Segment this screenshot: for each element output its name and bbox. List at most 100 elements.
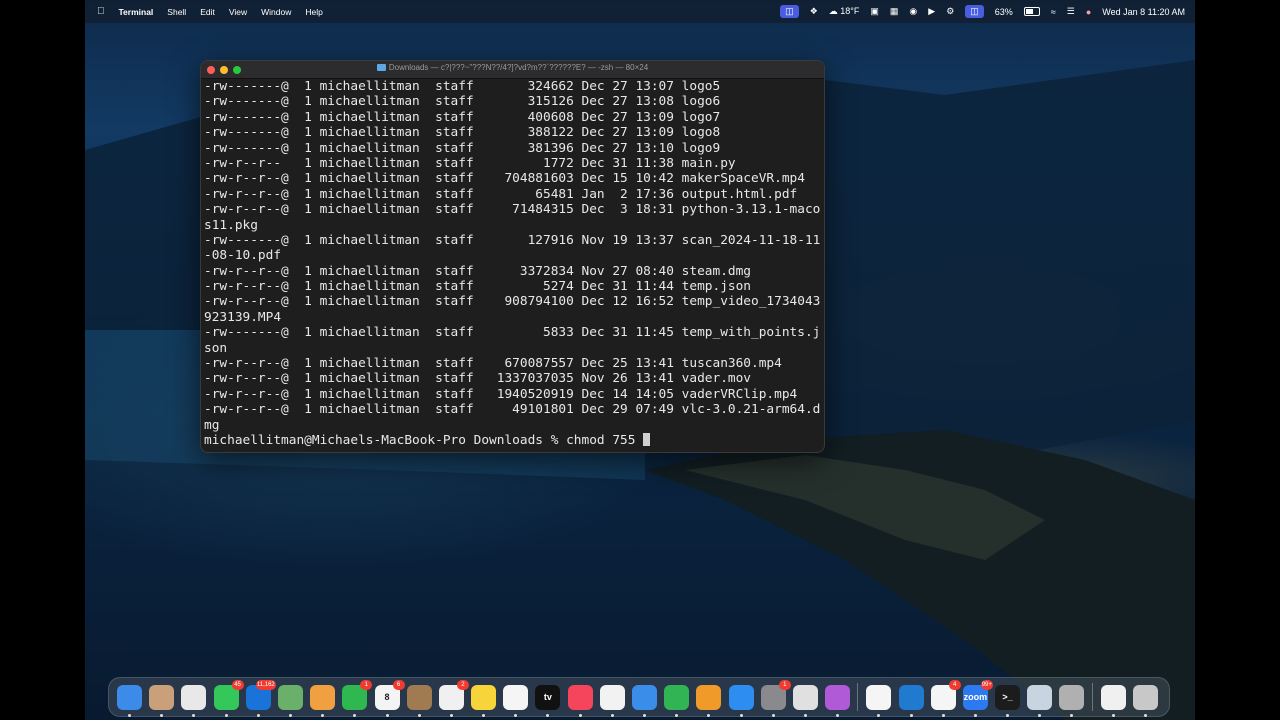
app-icon[interactable]: ◉: [909, 6, 917, 17]
running-indicator: [321, 713, 325, 717]
terminal-output[interactable]: -rw-------@ 1 michaellitman staff 324662…: [201, 79, 824, 448]
terminal-line: s11.pkg: [204, 217, 258, 233]
keynote-icon[interactable]: [632, 684, 657, 717]
notification-badge: 45: [231, 679, 244, 690]
menu-shell[interactable]: Shell: [167, 7, 186, 17]
app-store-icon[interactable]: [728, 684, 754, 717]
settings-icon[interactable]: ⚙: [946, 6, 954, 17]
window-title: Downloads — c?|???~"???N??/4?]?vd?m??`??…: [201, 63, 824, 72]
dock-app-label: zoom: [963, 692, 988, 702]
vscode-icon[interactable]: [898, 684, 924, 717]
menu-edit[interactable]: Edit: [200, 7, 215, 17]
running-indicator: [385, 713, 389, 717]
menu-window[interactable]: Window: [261, 7, 291, 17]
control-center-icon[interactable]: ☰: [1067, 6, 1075, 17]
chrome-icon[interactable]: [181, 684, 207, 717]
maps-icon[interactable]: [277, 684, 303, 717]
running-indicator: [1038, 713, 1042, 717]
pages-icon[interactable]: [696, 684, 722, 717]
running-indicator: [128, 713, 131, 717]
iphone-mirroring-icon[interactable]: [792, 684, 818, 717]
launchpad-icon[interactable]: [149, 684, 175, 717]
running-indicator: [973, 713, 977, 717]
notification-badge: 2: [456, 679, 469, 690]
trash-icon[interactable]: [1132, 684, 1158, 717]
numbers-icon[interactable]: [664, 684, 690, 717]
terminal-line: 923139.MP4: [204, 309, 282, 325]
system-settings-icon[interactable]: 1: [760, 679, 791, 717]
notification-badge: 4: [948, 679, 961, 690]
running-indicator: [941, 713, 945, 717]
running-indicator: [160, 713, 164, 717]
app-icon[interactable]: ▣: [870, 6, 879, 17]
photos-icon[interactable]: [310, 684, 336, 717]
running-indicator: [449, 713, 453, 717]
terminal-line: -rw-r--r--@ 1 michaellitman staff 908794…: [204, 294, 821, 310]
menu-view[interactable]: View: [229, 7, 247, 17]
document-icon[interactable]: [1100, 684, 1126, 717]
slack-icon[interactable]: 4: [930, 679, 961, 717]
clock-datetime[interactable]: Wed Jan 8 11:20 AM: [1102, 7, 1185, 17]
calendar-icon[interactable]: 86: [374, 679, 405, 717]
battery-percent: 63%: [994, 6, 1013, 17]
wifi-icon[interactable]: ≈: [1051, 7, 1056, 17]
terminal-icon[interactable]: >_: [995, 684, 1021, 717]
app-menu-terminal[interactable]: Terminal: [119, 7, 154, 17]
terminal-line: son: [204, 340, 228, 356]
chatgpt-icon[interactable]: [866, 684, 892, 717]
notification-badge: 1: [360, 679, 373, 690]
reminders-icon[interactable]: 2: [438, 679, 469, 717]
running-indicator: [546, 713, 550, 717]
terminal-window[interactable]: Downloads — c?|???~"???N??/4?]?vd?m??`??…: [200, 60, 825, 453]
facetime-icon[interactable]: 1: [342, 679, 373, 717]
weather-icon[interactable]: ☁ 18°F: [829, 6, 860, 17]
terminal-line: -08-10.pdf: [204, 248, 282, 264]
zoom-icon[interactable]: zoom 99+: [962, 679, 993, 717]
outlook-icon[interactable]: 11,162: [245, 679, 276, 717]
terminal-line: -rw-------@ 1 michaellitman staff 324662…: [204, 79, 721, 94]
apple-menu-icon[interactable]: : [97, 6, 105, 17]
terminal-line: mg: [204, 417, 220, 433]
running-indicator: [1070, 713, 1074, 717]
user-icon[interactable]: ●: [1086, 7, 1091, 17]
notes-icon[interactable]: [471, 684, 497, 717]
apple-tv-icon[interactable]: tv: [535, 684, 561, 717]
music-icon[interactable]: [567, 684, 593, 717]
dock-app-label: >_: [1002, 692, 1013, 702]
running-indicator: [707, 713, 711, 717]
terminal-line: -rw-------@ 1 michaellitman staff 5833 D…: [204, 325, 821, 341]
stage-manager-icon[interactable]: ◫: [965, 5, 984, 18]
menu-bar:  Terminal Shell Edit View Window Help ◫…: [85, 0, 1195, 23]
dropbox-icon[interactable]: ❖: [810, 6, 818, 17]
terminal-line: -rw-------@ 1 michaellitman staff 381396…: [204, 140, 721, 156]
terminal-prompt-line[interactable]: michaellitman@Michaels-MacBook-Pro Downl…: [204, 432, 821, 448]
preview-icon[interactable]: [1027, 684, 1053, 717]
dock: 45 11,162 1 8 6 2 tv 1 4 zoom 99+ >_: [108, 677, 1170, 717]
running-indicator: [610, 713, 614, 717]
play-icon[interactable]: ▶: [928, 6, 935, 17]
news-icon[interactable]: [599, 684, 625, 717]
dock-app-label: 8: [384, 692, 390, 702]
running-indicator: [1006, 713, 1010, 717]
screen-mirroring-icon[interactable]: ◫: [780, 5, 799, 18]
calendar-icon[interactable]: ▦: [890, 6, 899, 17]
terminal-titlebar[interactable]: Downloads — c?|???~"???N??/4?]?vd?m??`??…: [201, 61, 824, 79]
running-indicator: [771, 713, 775, 717]
calculator-icon[interactable]: [1059, 684, 1085, 717]
dock-separator: [857, 683, 859, 711]
feedback-icon[interactable]: [825, 684, 851, 717]
freeform-icon[interactable]: [503, 684, 529, 717]
terminal-line: -rw-------@ 1 michaellitman staff 127916…: [204, 232, 821, 248]
finder-icon[interactable]: [117, 684, 142, 717]
terminal-line: -rw-r--r--@ 1 michaellitman staff 670087…: [204, 356, 782, 372]
running-indicator: [288, 713, 292, 717]
running-indicator: [192, 713, 196, 717]
running-indicator: [739, 713, 743, 717]
running-indicator: [417, 713, 421, 717]
terminal-line: -rw-r--r--@ 1 michaellitman staff 337283…: [204, 263, 752, 279]
battery-icon[interactable]: [1023, 7, 1040, 16]
notes-app-icon[interactable]: [406, 684, 432, 717]
messages-icon[interactable]: 45: [213, 679, 244, 717]
running-indicator: [224, 713, 228, 717]
menu-help[interactable]: Help: [305, 7, 322, 17]
